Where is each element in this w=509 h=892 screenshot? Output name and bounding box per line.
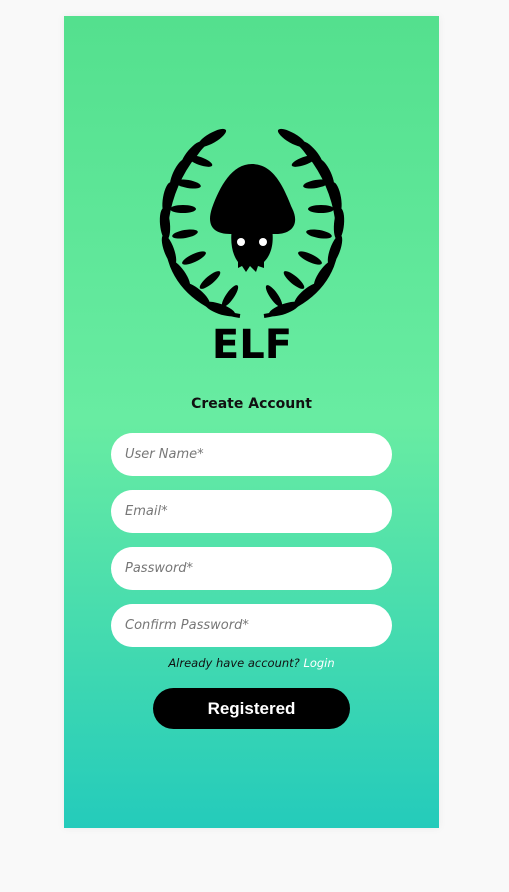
page-title: Create Account [191, 396, 312, 412]
confirm-password-input[interactable] [111, 604, 392, 647]
account-prompt-line: Already have account? Login [64, 656, 439, 670]
email-input[interactable] [111, 490, 392, 533]
logo-text: ELF [212, 322, 292, 366]
password-input[interactable] [111, 547, 392, 590]
username-input[interactable] [111, 433, 392, 476]
register-button[interactable]: Registered [153, 688, 350, 729]
login-link[interactable]: Login [303, 656, 334, 670]
mushroom-icon [210, 164, 296, 272]
register-card: ELF Create Account Already have account?… [64, 16, 439, 828]
elf-logo: ELF [159, 128, 345, 366]
account-prompt-text: Already have account? [168, 656, 300, 670]
